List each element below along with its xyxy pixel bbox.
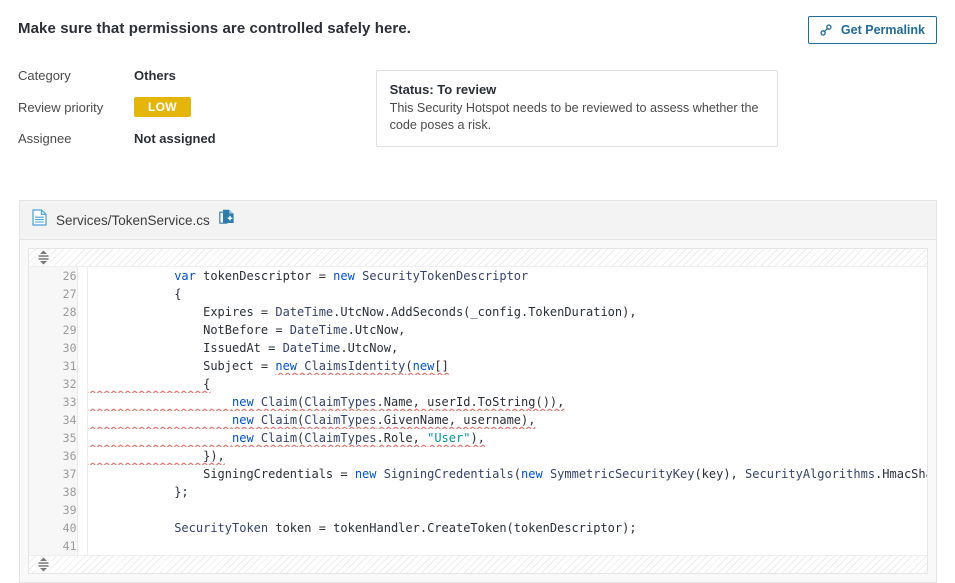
meta-label-category: Category bbox=[18, 68, 71, 83]
code-line-text[interactable]: new Claim(ClaimTypes.Role, "User"), bbox=[87, 429, 927, 447]
line-sep bbox=[77, 537, 88, 555]
line-sep bbox=[77, 483, 88, 501]
line-sep bbox=[77, 519, 88, 537]
line-sep bbox=[77, 429, 88, 447]
line-sep bbox=[77, 357, 88, 375]
status-title: Status: To review bbox=[389, 82, 497, 97]
meta-value-category: Others bbox=[134, 68, 176, 83]
page-title: Make sure that permissions are controlle… bbox=[18, 20, 412, 37]
line-number: 35 bbox=[29, 429, 78, 447]
code-row: 36 }), bbox=[29, 447, 927, 465]
line-number: 36 bbox=[29, 447, 78, 465]
code-row: 41 bbox=[29, 537, 927, 555]
line-number: 39 bbox=[29, 501, 78, 519]
code-line-text[interactable]: { bbox=[87, 285, 927, 303]
get-permalink-label: Get Permalink bbox=[840, 23, 925, 37]
code-row: 37 SigningCredentials = new SigningCrede… bbox=[29, 465, 927, 483]
line-number: 33 bbox=[29, 393, 78, 411]
header: Make sure that permissions are controlle… bbox=[0, 0, 955, 44]
line-sep bbox=[77, 375, 88, 393]
line-sep bbox=[77, 285, 88, 303]
meta-row-category: Category Others bbox=[18, 68, 216, 97]
code-row: 27 { bbox=[29, 285, 927, 303]
code-lines: 26 var tokenDescriptor = new SecurityTok… bbox=[29, 267, 927, 555]
line-number: 37 bbox=[29, 465, 78, 483]
security-hotspot-detail: Make sure that permissions are controlle… bbox=[0, 0, 955, 583]
meta-table: Category Others Review priority LOW Assi… bbox=[18, 68, 216, 160]
expand-below-strip[interactable] bbox=[29, 555, 927, 573]
line-number: 26 bbox=[29, 267, 78, 285]
line-sep bbox=[77, 393, 88, 411]
code-line-text[interactable]: new Claim(ClaimTypes.GivenName, username… bbox=[87, 411, 927, 429]
code-line-text[interactable]: NotBefore = DateTime.UtcNow, bbox=[87, 321, 927, 339]
line-number: 29 bbox=[29, 321, 78, 339]
code-row: 34 new Claim(ClaimTypes.GivenName, usern… bbox=[29, 411, 927, 429]
code-row: 29 NotBefore = DateTime.UtcNow, bbox=[29, 321, 927, 339]
code-row: 32 { bbox=[29, 375, 927, 393]
line-number: 32 bbox=[29, 375, 78, 393]
line-number: 28 bbox=[29, 303, 78, 321]
code-line-text[interactable]: { bbox=[87, 375, 927, 393]
line-number: 31 bbox=[29, 357, 78, 375]
expand-vertical-icon[interactable] bbox=[35, 249, 51, 266]
line-sep bbox=[77, 303, 88, 321]
code-row: 40 SecurityToken token = tokenHandler.Cr… bbox=[29, 519, 927, 537]
code-line-text[interactable] bbox=[87, 537, 927, 555]
line-sep bbox=[77, 267, 88, 285]
code-row: 39 bbox=[29, 501, 927, 519]
meta-label-assignee: Assignee bbox=[18, 131, 72, 146]
code-table: 26 var tokenDescriptor = new SecurityTok… bbox=[29, 267, 927, 555]
line-number: 40 bbox=[29, 519, 78, 537]
line-number: 41 bbox=[29, 537, 78, 555]
code-line-text[interactable] bbox=[87, 501, 927, 519]
meta-section: Category Others Review priority LOW Assi… bbox=[0, 44, 955, 160]
file-document-icon bbox=[32, 209, 47, 231]
code-row: 33 new Claim(ClaimTypes.Name, userId.ToS… bbox=[29, 393, 927, 411]
meta-value-assignee[interactable]: Not assigned bbox=[134, 131, 216, 160]
code-line-text[interactable]: Subject = new ClaimsIdentity(new[] bbox=[87, 357, 927, 375]
link-chain-icon bbox=[819, 23, 833, 37]
code-line-text[interactable]: SecurityToken token = tokenHandler.Creat… bbox=[87, 519, 927, 537]
code-line-text[interactable]: Expires = DateTime.UtcNow.AddSeconds(_co… bbox=[87, 303, 927, 321]
line-sep bbox=[77, 339, 88, 357]
meta-row-review-priority: Review priority LOW bbox=[18, 97, 216, 131]
code-row: 26 var tokenDescriptor = new SecurityTok… bbox=[29, 267, 927, 285]
expand-above-strip[interactable] bbox=[29, 249, 927, 267]
file-path-label: Services/TokenService.cs bbox=[56, 212, 210, 228]
meta-label-review-priority: Review priority bbox=[18, 99, 104, 115]
code-line-text[interactable]: }), bbox=[87, 447, 927, 465]
code-body: 26 var tokenDescriptor = new SecurityTok… bbox=[28, 248, 928, 574]
code-row: 38 }; bbox=[29, 483, 927, 501]
meta-row-assignee: Assignee Not assigned bbox=[18, 131, 216, 160]
line-number: 34 bbox=[29, 411, 78, 429]
code-row: 28 Expires = DateTime.UtcNow.AddSeconds(… bbox=[29, 303, 927, 321]
line-sep bbox=[77, 465, 88, 483]
code-row: 31 Subject = new ClaimsIdentity(new[] bbox=[29, 357, 927, 375]
code-line-text[interactable]: new Claim(ClaimTypes.Name, userId.ToStri… bbox=[87, 393, 927, 411]
line-number: 27 bbox=[29, 285, 78, 303]
meta-value-review-priority: LOW bbox=[134, 97, 216, 131]
file-header-bar: Services/TokenService.cs bbox=[20, 201, 936, 240]
code-row: 35 new Claim(ClaimTypes.Role, "User"), bbox=[29, 429, 927, 447]
code-row: 30 IssuedAt = DateTime.UtcNow, bbox=[29, 339, 927, 357]
code-line-text[interactable]: IssuedAt = DateTime.UtcNow, bbox=[87, 339, 927, 357]
code-line-text[interactable]: SigningCredentials = new SigningCredenti… bbox=[87, 465, 927, 483]
expand-vertical-icon[interactable] bbox=[35, 556, 51, 573]
code-line-text[interactable]: }; bbox=[87, 483, 927, 501]
copy-add-icon[interactable] bbox=[219, 209, 235, 231]
get-permalink-button[interactable]: Get Permalink bbox=[807, 16, 937, 44]
line-number: 30 bbox=[29, 339, 78, 357]
code-panel: Services/TokenService.cs 26 var tokenDes… bbox=[19, 200, 937, 583]
line-sep bbox=[77, 447, 88, 465]
status-description: This Security Hotspot needs to be review… bbox=[389, 101, 759, 132]
review-priority-badge: LOW bbox=[134, 97, 191, 117]
line-sep bbox=[77, 501, 88, 519]
line-sep bbox=[77, 321, 88, 339]
code-line-text[interactable]: var tokenDescriptor = new SecurityTokenD… bbox=[87, 267, 927, 285]
line-number: 38 bbox=[29, 483, 78, 501]
line-sep bbox=[77, 411, 88, 429]
status-card: Status: To review This Security Hotspot … bbox=[375, 70, 778, 147]
